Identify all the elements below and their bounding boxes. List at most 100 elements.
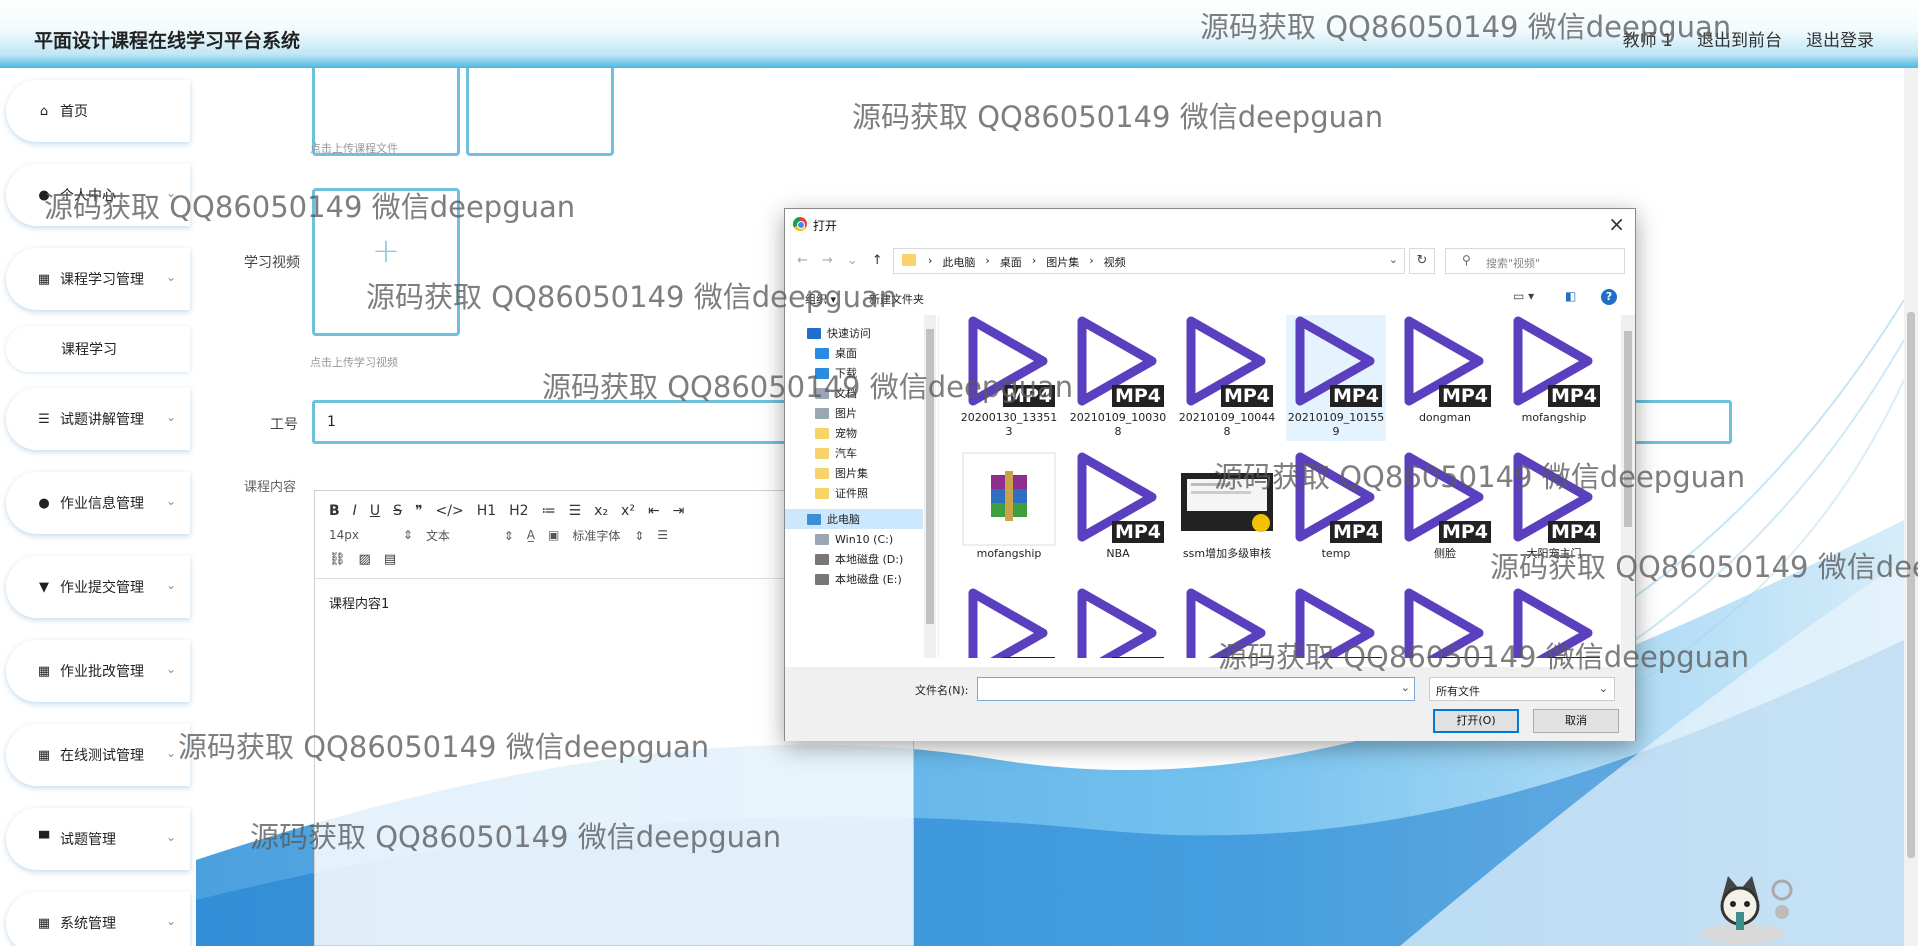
refresh-button[interactable]: ↻	[1409, 248, 1435, 274]
file-item[interactable]: MP4 20210109_100448	[1177, 315, 1277, 441]
page-scrollbar[interactable]	[1904, 68, 1918, 946]
scrollbar-thumb[interactable]	[1624, 331, 1632, 527]
view-options-icon[interactable]: ▭ ▾	[1513, 289, 1534, 303]
video-icon[interactable]: ▤	[384, 552, 396, 567]
file-item[interactable]: mofangship	[959, 449, 1059, 577]
file-item[interactable]: MP4 20210109_100308	[1068, 315, 1168, 441]
code-button[interactable]: </>	[436, 503, 464, 519]
bg-color-icon[interactable]: ▣	[548, 528, 559, 542]
nav-tree-item[interactable]: 本地磁盘 (E:)	[785, 569, 923, 589]
sidebar-subitem-course-study[interactable]: 课程学习	[6, 326, 190, 372]
chevron-down-icon: ⌄	[165, 270, 176, 284]
sidebar-item-course-study-mgmt[interactable]: ▦ 课程学习管理 ⌄	[6, 248, 190, 310]
mp4-badge: MP4	[1111, 657, 1164, 658]
outdent-button[interactable]: ⇤	[648, 503, 660, 519]
mp4-badge: MP4	[1438, 385, 1491, 407]
up-arrow-icon[interactable]: ↑	[872, 253, 883, 268]
nav-tree-label: 桌面	[835, 347, 857, 360]
italic-button[interactable]: I	[353, 503, 357, 519]
nav-tree-item[interactable]: 图片	[785, 403, 923, 423]
nav-tree-label: 本地磁盘 (D:)	[835, 553, 904, 566]
filename-label: 文件名(N):	[915, 684, 969, 697]
play-icon: MP4	[1397, 315, 1493, 411]
mp4-badge: MP4	[1547, 521, 1600, 543]
chevron-down-icon: ⌄	[165, 494, 176, 508]
ordered-list-button[interactable]: ≔	[542, 503, 556, 519]
file-item[interactable]: MP4 NBA	[1068, 449, 1168, 577]
link-icon[interactable]: ⛓	[329, 552, 346, 567]
nav-tree-item[interactable]: 图片集	[785, 463, 923, 483]
chevron-down-icon[interactable]: ⌄	[1389, 253, 1398, 266]
sidebar-item-label: 课程学习管理	[60, 272, 144, 288]
nav-tree-item[interactable]: 此电脑	[785, 509, 923, 529]
breadcrumb-item[interactable]: 此电脑	[942, 254, 975, 273]
filename-input[interactable]: ⌄	[977, 677, 1415, 701]
file-item[interactable]: MP4	[959, 585, 1059, 658]
address-bar[interactable]: › 此电脑 › 桌面 › 图片集 › 视频 ⌄	[893, 248, 1405, 274]
h2-button[interactable]: H2	[509, 503, 528, 519]
file-item[interactable]: MP4 dongman	[1395, 315, 1495, 441]
sidebar-item-homework-submit-mgmt[interactable]: ▼ 作业提交管理 ⌄	[6, 556, 190, 618]
search-box[interactable]: ⚲ 搜索"视频"	[1445, 248, 1625, 274]
align-icon[interactable]: ☰	[657, 528, 668, 542]
indent-button[interactable]: ⇥	[673, 503, 685, 519]
nav-tree-item[interactable]: 宠物	[785, 423, 923, 443]
back-arrow-icon[interactable]: ←	[797, 253, 808, 268]
bullet-list-button[interactable]: ☰	[569, 503, 582, 519]
forward-arrow-icon[interactable]: →	[822, 253, 833, 268]
chevron-down-icon[interactable]: ⌄	[1401, 681, 1410, 694]
mp4-badge: MP4	[1220, 385, 1273, 407]
preview-pane-icon[interactable]: ◧	[1565, 289, 1576, 303]
help-icon[interactable]: ?	[1601, 289, 1617, 305]
content-label: 课程内容	[244, 480, 297, 495]
breadcrumb-sep: ›	[1031, 254, 1037, 267]
superscript-button[interactable]: x²	[621, 503, 635, 519]
nav-tree-item[interactable]: 证件照	[785, 483, 923, 503]
chrome-logo-icon	[793, 217, 807, 231]
breadcrumb-item[interactable]: 桌面	[1000, 254, 1022, 273]
nav-tree-item[interactable]: 本地磁盘 (D:)	[785, 549, 923, 569]
file-item[interactable]: MP4 mofangship	[1504, 315, 1604, 441]
font-color-icon[interactable]: A̲	[527, 528, 535, 542]
image-icon[interactable]: ▨	[359, 552, 371, 567]
file-item[interactable]: MP4	[1068, 585, 1168, 658]
open-button[interactable]: 打开(O)	[1433, 709, 1519, 733]
quote-button[interactable]: ❞	[415, 503, 423, 519]
font-family-select[interactable]: 标准字体 ⇕	[572, 527, 644, 544]
subscript-button[interactable]: x₂	[594, 503, 608, 519]
nav-tree-item[interactable]: 桌面	[785, 343, 923, 363]
sidebar-item-question-explain-mgmt[interactable]: ☰ 试题讲解管理 ⌄	[6, 388, 190, 450]
sidebar-item-online-test-mgmt[interactable]: ▦ 在线测试管理 ⌄	[6, 724, 190, 786]
nav-tree-item[interactable]: 快速访问	[785, 323, 923, 343]
strike-button[interactable]: S	[393, 503, 402, 519]
block-type-select[interactable]: 文本 ⇕	[426, 527, 514, 544]
underline-button[interactable]: U	[370, 503, 380, 519]
logout-link[interactable]: 退出登录	[1806, 26, 1874, 51]
nav-arrows: ← → ⌄ ↑	[797, 253, 883, 268]
sidebar-item-label: 试题讲解管理	[60, 412, 144, 428]
sidebar-item-home[interactable]: ⌂ 首页	[6, 80, 190, 142]
sidebar-item-system-mgmt[interactable]: ▦ 系统管理 ⌄	[6, 892, 190, 946]
cancel-button[interactable]: 取消	[1533, 709, 1619, 733]
sidebar-item-question-mgmt[interactable]: ▀ 试题管理 ⌄	[6, 808, 190, 870]
watermark: 源码获取 QQ86050149 微信deepguan	[1490, 550, 1918, 584]
watermark: 源码获取 QQ86050149 微信deepguan	[1200, 10, 1732, 44]
sidebar-item-homework-info-mgmt[interactable]: ● 作业信息管理 ⌄	[6, 472, 190, 534]
play-icon: MP4	[1070, 315, 1166, 411]
sidebar-item-label: 系统管理	[60, 916, 116, 932]
recent-dropdown-icon[interactable]: ⌄	[847, 253, 858, 268]
font-size-select[interactable]: 14px ⇕	[329, 528, 413, 542]
h1-button[interactable]: H1	[477, 503, 496, 519]
chevron-down-icon: ⌄	[165, 746, 176, 760]
filetype-select[interactable]: 所有文件 ⌄	[1429, 677, 1615, 701]
sidebar-item-label: 课程学习	[61, 342, 117, 358]
close-icon[interactable]: ×	[1608, 212, 1625, 236]
dialog-titlebar: 打开 ×	[785, 209, 1635, 239]
bold-button[interactable]: B	[329, 503, 340, 519]
breadcrumb-item[interactable]: 图片集	[1046, 254, 1079, 273]
nav-tree-item[interactable]: 汽车	[785, 443, 923, 463]
file-item[interactable]: MP4 20210109_101559	[1286, 315, 1386, 441]
nav-tree-item[interactable]: Win10 (C:)	[785, 529, 923, 549]
sidebar-item-homework-grade-mgmt[interactable]: ▦ 作业批改管理 ⌄	[6, 640, 190, 702]
breadcrumb-item[interactable]: 视频	[1104, 254, 1126, 273]
